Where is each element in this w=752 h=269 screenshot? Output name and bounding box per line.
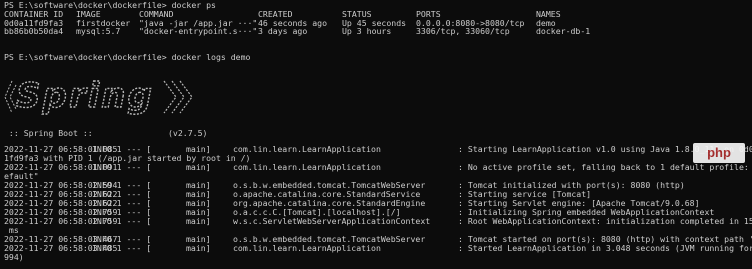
log-thread: main] xyxy=(186,216,211,226)
log-line: 2022-11-27 06:58:02.759 INFO 1 --- [main]… xyxy=(0,217,752,226)
log-message: : Started LearnApplication in 3.048 seco… xyxy=(458,243,752,253)
ps-row: bb86b0b50da4 mysql:5.7 "docker-entrypoint.… xyxy=(0,27,752,36)
ps-cell-names: docker-db-1 xyxy=(536,26,591,36)
log-logger: w.s.c.ServletWebServerApplicationContext xyxy=(233,216,431,226)
log-line: 2022-11-27 06:58:03.485 INFO 1 --- [main]… xyxy=(0,244,752,253)
log-line-continuation: 994) xyxy=(4,252,24,262)
log-thread: main] xyxy=(186,243,211,253)
log-line: 2022-11-27 06:58:01.091 INFO 1 --- [main]… xyxy=(0,163,752,172)
ps-cell-ports: 3306/tcp, 33060/tcp xyxy=(416,26,510,36)
log-logger: com.lin.learn.LearnApplication xyxy=(233,243,381,253)
php-watermark-logo: php xyxy=(693,143,745,163)
ps-cell-image: mysql:5.7 xyxy=(76,26,121,36)
ps-cell-container-id: bb86b0b50da4 xyxy=(4,26,64,36)
banner-right-chevrons-icon xyxy=(163,80,193,114)
ps-cell-command: "docker-entrypoint.s···" xyxy=(139,26,258,36)
ps-cell-created: 3 days ago xyxy=(258,26,308,36)
ps-cell-status: Up 3 hours xyxy=(342,26,392,36)
log-logger: com.lin.learn.LearnApplication xyxy=(233,162,381,172)
log-message: : No active profile set, falling back to… xyxy=(458,162,752,172)
log-level: INFO 1 --- [ xyxy=(92,243,152,253)
spring-boot-version: (v2.7.5) xyxy=(168,128,208,138)
prompt-docker-logs: PS E:\software\docker\dockerfile> docker… xyxy=(4,52,251,62)
log-level: INFO 1 --- [ xyxy=(92,162,152,172)
spring-logo-text: Spring xyxy=(16,76,154,116)
log-thread: main] xyxy=(186,162,211,172)
banner-left-bracket-icon xyxy=(4,80,17,114)
log-level: INFO 1 --- [ xyxy=(92,216,152,226)
spring-ascii-banner: Spring xyxy=(4,75,193,117)
spring-boot-label: :: Spring Boot :: xyxy=(4,128,93,138)
terminal-window[interactable]: PS E:\software\docker\dockerfile> docker… xyxy=(0,0,752,269)
log-message: : Root WebApplicationContext: initializa… xyxy=(458,216,752,226)
log-logger: com.lin.learn.LearnApplication xyxy=(233,144,381,154)
